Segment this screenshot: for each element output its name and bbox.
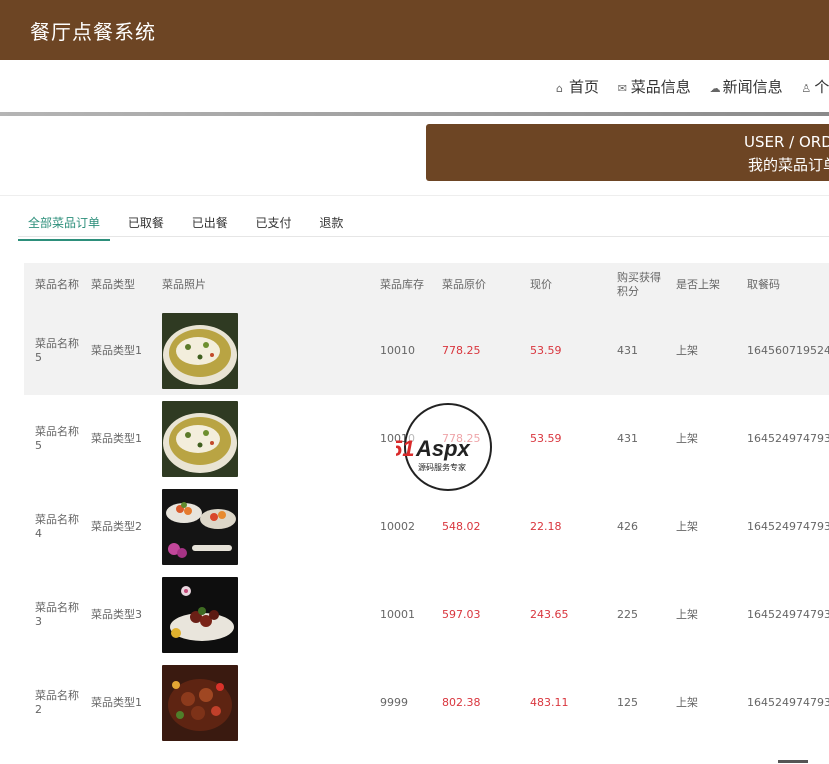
app-title: 餐厅点餐系统	[30, 20, 156, 44]
price-cell: 22.18	[530, 520, 562, 533]
stock-cell: 10010	[369, 307, 431, 395]
column-header: 菜品库存	[369, 263, 431, 307]
price-cell: 53.59	[519, 307, 606, 395]
listed-cell: 上架	[676, 608, 698, 621]
dish-type-cell: 菜品类型1	[91, 432, 142, 445]
nav-item-news[interactable]: ☁ 新闻信息	[710, 76, 783, 97]
column-header: 菜品类型	[80, 263, 151, 307]
tab-refund[interactable]: 退款	[309, 214, 353, 239]
tab-picked-up[interactable]: 已取餐	[118, 214, 174, 239]
fish-soup-photo	[162, 401, 238, 477]
points-cell: 431	[606, 307, 665, 395]
table-row[interactable]: 菜品名称3 菜品类型3 10001 597.03 243.65 225 上架 1…	[24, 571, 829, 659]
points-cell: 426	[617, 520, 638, 533]
orders-panel: 全部菜品订单 已取餐 已出餐 已支付 退款 菜品名称 菜品类型 菜品照片 菜品库…	[0, 195, 829, 764]
listed-cell: 上架	[676, 432, 698, 445]
points-cell: 225	[617, 608, 638, 621]
fish-soup-photo	[162, 313, 238, 389]
dish-photo-cell	[151, 483, 369, 571]
tab-served[interactable]: 已出餐	[182, 214, 238, 239]
nav-item-dishes[interactable]: ✉ 菜品信息	[618, 76, 691, 97]
dish-photo-cell	[151, 307, 369, 395]
table-row[interactable]: 菜品名称2 菜品类型1 9999 802.38 483.11 125 上架 16…	[24, 659, 829, 747]
dish-name-cell: 菜品名称4	[35, 513, 79, 540]
price-cell: 483.11	[530, 696, 569, 709]
stock-cell: 10001	[380, 608, 415, 621]
pickup-code-cell: 1645249747939	[747, 608, 829, 621]
original-price-cell: 597.03	[442, 608, 481, 621]
listed-cell: 上架	[676, 696, 698, 709]
nav-item-label: 新闻信息	[722, 78, 783, 96]
original-price-cell: 802.38	[442, 696, 481, 709]
original-price-cell: 548.02	[442, 520, 481, 533]
points-cell: 125	[617, 696, 638, 709]
dish-type-cell: 菜品类型2	[91, 520, 142, 533]
pickup-code-cell: 1645249747939	[747, 432, 829, 445]
dish-name-cell: 菜品名称5	[35, 425, 79, 452]
banner-title: 我的菜品订单	[748, 156, 829, 174]
dish-type-cell: 菜品类型1	[91, 696, 142, 709]
pickup-code-cell: 1645607195243	[736, 307, 829, 395]
user-icon: ♙	[801, 82, 812, 95]
tab-paid[interactable]: 已支付	[246, 214, 302, 239]
dish-photo-cell	[151, 571, 369, 659]
column-header: 取餐码	[736, 263, 829, 307]
column-header: 菜品原价	[431, 263, 519, 307]
dish-type-cell: 菜品类型3	[91, 608, 142, 621]
original-price-cell: 778.25	[442, 432, 481, 445]
stock-cell: 10002	[380, 520, 415, 533]
dish-name-cell: 菜品名称5	[24, 307, 80, 395]
tab-all-orders[interactable]: 全部菜品订单	[18, 214, 111, 241]
mail-icon: ✉	[617, 82, 628, 95]
stock-cell: 10010	[380, 432, 415, 445]
dish-photo-cell	[151, 395, 369, 483]
column-header: 菜品照片	[151, 263, 369, 307]
nav-item-label: 首页	[569, 78, 600, 96]
column-header: 菜品名称	[24, 263, 80, 307]
dish-type-cell: 菜品类型1	[80, 307, 151, 395]
points-cell: 431	[617, 432, 638, 445]
header-divider	[0, 112, 829, 116]
listed-cell: 上架	[665, 307, 736, 395]
orders-table: 菜品名称 菜品类型 菜品照片 菜品库存 菜品原价 现价 购买获得积分 是否上架 …	[24, 263, 829, 747]
dish-name-cell: 菜品名称3	[35, 601, 79, 628]
spicy-beef-photo	[162, 665, 238, 741]
shrimp-dish-photo	[162, 489, 238, 565]
nav-item-home[interactable]: ⌂ 首页	[556, 76, 599, 97]
price-cell: 53.59	[530, 432, 562, 445]
table-row[interactable]: 菜品名称4 菜品类型2 10002 548.02 22.18 426 上架 16…	[24, 483, 829, 571]
dish-name-cell: 菜品名称2	[35, 689, 79, 716]
home-icon: ⌂	[556, 82, 563, 95]
column-header: 是否上架	[665, 263, 736, 307]
nav-item-label: 菜品信息	[630, 78, 691, 96]
column-header: 现价	[519, 263, 606, 307]
table-row[interactable]: 菜品名称5 菜品类型1 10010 778.25 53.59 431 上架 16…	[24, 395, 829, 483]
table-row[interactable]: 菜品名称5 菜品类型1 10010 778.25 53.59 431 上架 16…	[24, 307, 829, 395]
page-banner: USER / ORDE 我的菜品订单	[426, 124, 829, 181]
original-price-cell: 778.25	[431, 307, 519, 395]
pickup-code-cell: 1645249747939	[747, 696, 829, 709]
dish-photo-cell	[151, 659, 369, 747]
order-tabs: 全部菜品订单 已取餐 已出餐 已支付 退款	[18, 214, 829, 241]
nav-item-profile[interactable]: ♙个人	[801, 76, 829, 97]
listed-cell: 上架	[676, 520, 698, 533]
banner-subtitle: USER / ORDE	[744, 133, 829, 151]
top-nav: ⌂ 首页 ✉菜品信息 ☁新闻信息 ♙个人	[0, 60, 829, 112]
cloud-icon: ☁	[709, 82, 721, 95]
stock-cell: 9999	[380, 696, 408, 709]
column-header: 购买获得积分	[606, 263, 665, 307]
app-header: 餐厅点餐系统	[0, 0, 829, 60]
table-header-row: 菜品名称 菜品类型 菜品照片 菜品库存 菜品原价 现价 购买获得积分 是否上架 …	[24, 263, 829, 307]
pickup-code-cell: 1645249747939	[747, 520, 829, 533]
nav-item-label: 个人	[814, 78, 829, 96]
price-cell: 243.65	[530, 608, 569, 621]
braised-meat-photo	[162, 577, 238, 653]
